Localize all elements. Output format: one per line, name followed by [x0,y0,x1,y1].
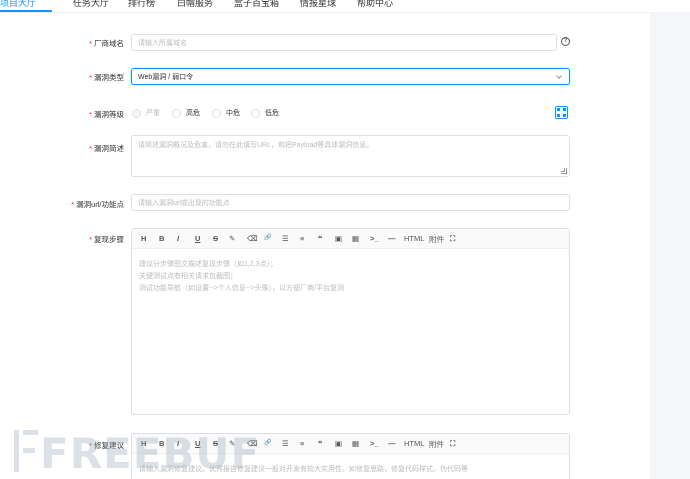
fullscreen-icon[interactable]: ⛶ [450,439,455,449]
required-mark: * [89,110,92,119]
radio-high-label: 高危 [186,110,200,117]
vuln-url-label-text: 漏洞url/功能点 [76,200,124,209]
attachment-button[interactable]: 附件 [429,439,444,450]
nav-tab-toolbox[interactable]: 盒子百宝箱 [234,0,279,9]
chevron-down-icon [556,73,562,79]
vuln-type-label: * 漏洞类型 [89,72,124,83]
editor-toolbar: H B I U S ✎ ⌫ 🔗 ☰ ≡ ❝ ▣ ▦ >_ — HTML 附件 ⛶ [132,229,569,249]
required-mark: * [89,39,92,48]
top-navigation: 项目大厅 任务大厅 排行榜 白帽服务 盒子百宝箱 情报星球 帮助中心 [0,0,650,12]
radio-medium-label: 中危 [226,110,240,117]
vuln-type-label-text: 漏洞类型 [94,73,124,82]
expand-icon[interactable] [555,106,568,119]
vuln-type-select[interactable]: Web漏洞 / 弱口令 [131,68,570,85]
radio-critical-label: 严重 [146,110,160,117]
required-mark: * [89,73,92,82]
radio-critical[interactable]: 严重 [132,108,160,118]
attachment-button[interactable]: 附件 [429,234,444,245]
bullet-list-icon[interactable]: ☰ [282,439,289,448]
radio-circle [212,108,221,118]
link-icon[interactable]: 🔗 [264,234,271,241]
nav-tab-intel-planet[interactable]: 情报星球 [300,0,336,9]
required-mark: * [89,235,92,244]
watermark-logo-icon [14,430,38,472]
quote-icon[interactable]: ❝ [318,439,322,448]
vuln-summary-placeholder: 请简述漏洞概况及危害，请勿在此填写URL，和把Payload等具体漏洞信息。 [138,142,374,149]
radio-low[interactable]: 低危 [251,108,279,118]
radio-circle [132,108,141,118]
vuln-type-value: Web漏洞 / 弱口令 [138,74,194,81]
radio-low-label: 低危 [265,110,279,117]
vuln-url-input[interactable]: 请输入漏洞url或出现的功能点 [131,194,570,211]
nav-divider [0,12,650,13]
nav-tab-leaderboard[interactable]: 排行榜 [128,0,155,9]
fullscreen-icon[interactable]: ⛶ [450,234,455,244]
radio-circle [172,108,181,118]
vuln-level-label: * 漏洞等级 [89,109,124,120]
watermark-text: FREEBUF [40,429,261,478]
nav-tab-whitehat-service[interactable]: 白帽服务 [177,0,213,9]
vendor-domain-input[interactable]: 请输入所属域名 [131,34,557,51]
align-icon[interactable]: ≡ [300,234,304,243]
align-icon[interactable]: ≡ [300,439,304,448]
quote-icon[interactable]: ❝ [318,234,322,243]
radio-high[interactable]: 高危 [172,108,200,118]
help-icon[interactable]: ? [561,37,570,46]
bold-icon[interactable]: B [159,234,164,243]
right-side-panel [650,12,690,479]
nav-tab-help-center[interactable]: 帮助中心 [357,0,393,9]
resize-handle[interactable] [561,168,567,174]
repro-steps-label-text: 复现步骤 [94,235,124,244]
radio-circle [251,108,260,118]
underline-icon[interactable]: U [195,234,200,243]
vendor-label-text: 厂商域名 [94,39,124,48]
table-icon[interactable]: ▦ [352,439,359,448]
html-button[interactable]: HTML [404,234,424,243]
required-mark: * [71,200,75,209]
freebuf-watermark: FREEBUF [14,426,259,478]
heading-icon[interactable]: H [141,234,146,243]
table-icon[interactable]: ▦ [352,234,359,243]
image-icon[interactable]: ▣ [335,234,342,243]
image-icon[interactable]: ▣ [335,439,342,448]
repro-placeholder-line: 测试功能导航（如设置-->个人信息-->头像），以方便厂商/平台复测 [139,285,344,292]
vuln-url-label: * 漏洞url/功能点 [71,199,124,210]
repro-steps-editor[interactable]: H B I U S ✎ ⌫ 🔗 ☰ ≡ ❝ ▣ ▦ >_ — HTML 附件 ⛶… [131,228,570,415]
nav-tab-project-hall[interactable]: 项目大厅 [0,0,36,9]
pen-icon[interactable]: ✎ [229,234,235,243]
repro-placeholder-line: 建议分步骤图文描述复现步骤（如1,2,3点）； [139,261,278,268]
vendor-domain-placeholder: 请输入所属域名 [138,40,187,47]
bullet-list-icon[interactable]: ☰ [282,234,289,243]
repro-steps-label: * 复现步骤 [89,234,124,245]
code-icon[interactable]: >_ [370,234,379,243]
vuln-level-label-text: 漏洞等级 [94,110,124,119]
vuln-url-placeholder: 请输入漏洞url或出现的功能点 [138,200,230,207]
vuln-summary-label: * 漏洞简述 [89,143,124,154]
divider-icon[interactable]: — [388,439,396,448]
eraser-icon[interactable]: ⌫ [247,234,258,243]
vuln-summary-textarea[interactable]: 请简述漏洞概况及危害，请勿在此填写URL，和把Payload等具体漏洞信息。 [131,135,570,177]
html-button[interactable]: HTML [404,439,424,448]
link-icon[interactable]: 🔗 [264,439,271,446]
nav-tab-task-hall[interactable]: 任务大厅 [73,0,109,9]
divider-icon[interactable]: — [388,234,396,243]
strikethrough-icon[interactable]: S [213,234,218,243]
repro-placeholder-line: 关键测试点有相关请求包截图； [139,273,237,280]
code-icon[interactable]: >_ [370,439,379,448]
italic-icon[interactable]: I [177,234,179,243]
radio-medium[interactable]: 中危 [212,108,240,118]
vendor-label: * 厂商域名 [89,38,124,49]
vuln-summary-label-text: 漏洞简述 [94,144,124,153]
required-mark: * [89,144,92,153]
